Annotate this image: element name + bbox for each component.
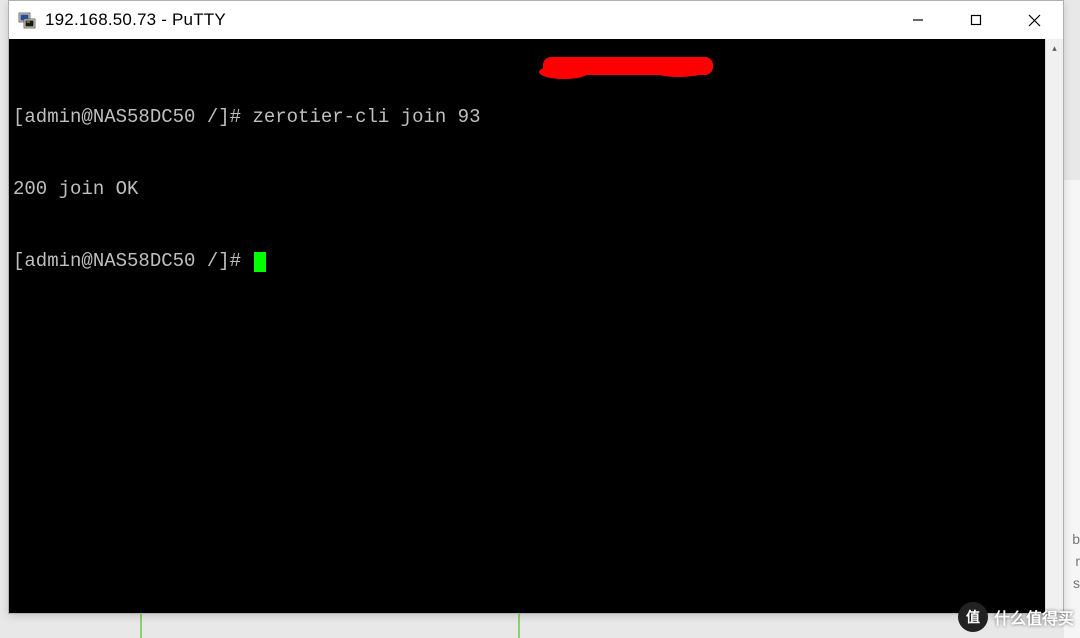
background-text: r xyxy=(1075,550,1080,572)
background-text: b xyxy=(1072,528,1080,550)
redaction-mark xyxy=(649,61,709,77)
putty-window: 192.168.50.73 - PuTTY [admin@NAS58DC50 /… xyxy=(8,0,1064,614)
maximize-button[interactable] xyxy=(947,1,1005,39)
terminal-line: 200 join OK xyxy=(13,177,1037,201)
terminal-line: [admin@NAS58DC50 /]# xyxy=(13,249,1037,273)
shell-command: zerotier-cli join 93 xyxy=(252,106,480,128)
redaction-mark xyxy=(543,57,713,75)
minimize-button[interactable] xyxy=(889,1,947,39)
window-controls xyxy=(889,1,1063,39)
window-title: 192.168.50.73 - PuTTY xyxy=(45,10,889,30)
terminal-cursor xyxy=(254,252,266,272)
scroll-up-arrow-icon[interactable]: ▴ xyxy=(1046,39,1063,57)
watermark-badge-icon: 值 xyxy=(958,602,988,632)
watermark-text: 什么值得买 xyxy=(994,605,1074,629)
watermark: 值 什么值得买 xyxy=(958,602,1074,632)
vertical-scrollbar[interactable]: ▴ xyxy=(1045,39,1063,613)
background-text: s xyxy=(1073,572,1080,594)
shell-prompt: [admin@NAS58DC50 /]# xyxy=(13,106,252,128)
titlebar[interactable]: 192.168.50.73 - PuTTY xyxy=(9,1,1063,39)
redaction-mark xyxy=(539,65,589,79)
terminal[interactable]: [admin@NAS58DC50 /]# zerotier-cli join 9… xyxy=(9,39,1045,613)
terminal-container: [admin@NAS58DC50 /]# zerotier-cli join 9… xyxy=(9,39,1063,613)
shell-prompt: [admin@NAS58DC50 /]# xyxy=(13,250,252,272)
close-button[interactable] xyxy=(1005,1,1063,39)
background-border xyxy=(140,614,520,638)
putty-icon xyxy=(17,10,37,30)
terminal-line: [admin@NAS58DC50 /]# zerotier-cli join 9… xyxy=(13,105,1037,129)
